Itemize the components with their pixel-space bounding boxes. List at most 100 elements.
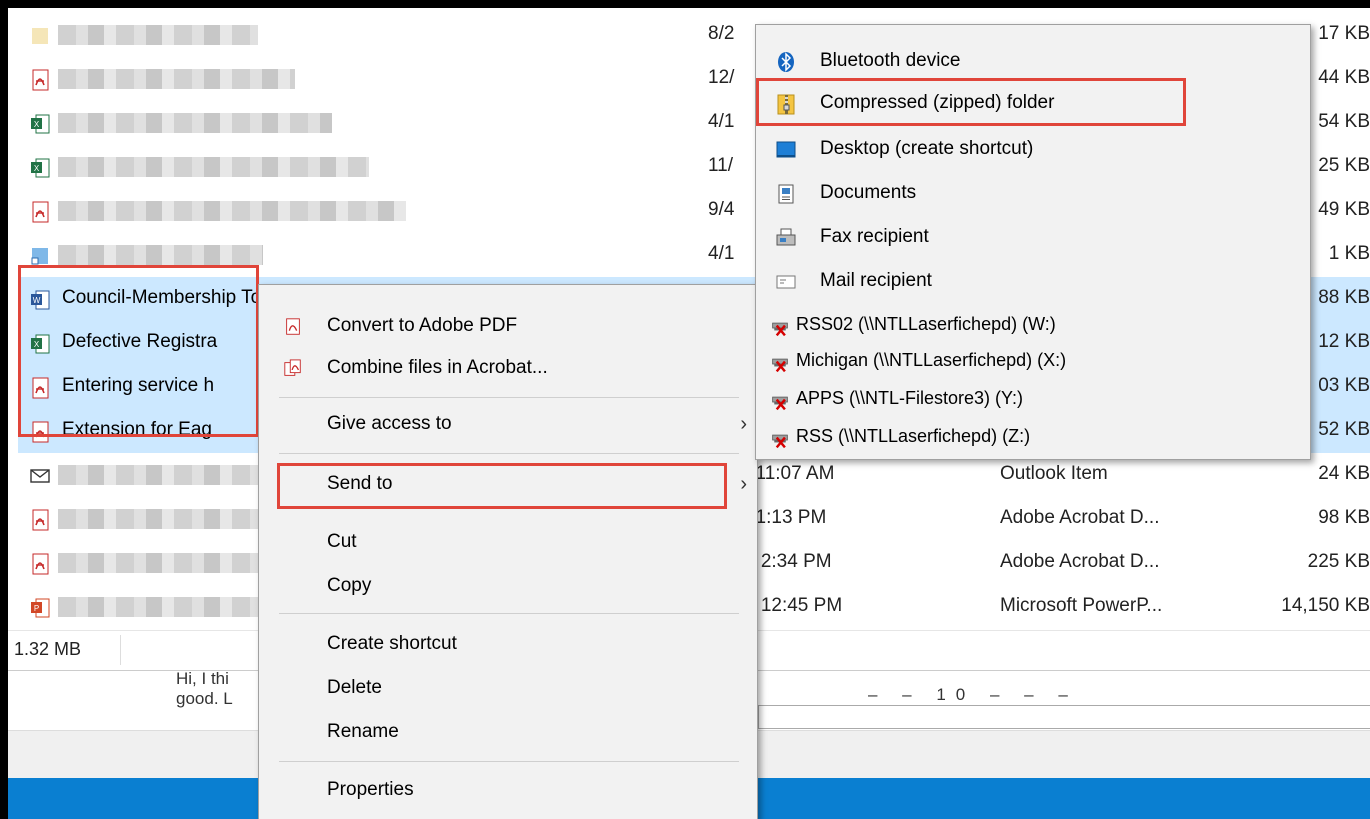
preview-cropped-text: – – 10 – – – bbox=[868, 685, 1078, 704]
file-date-modified: 4/1 bbox=[708, 111, 735, 132]
disconnected-drive-icon bbox=[766, 431, 794, 449]
menu-item-label: Combine files in Acrobat... bbox=[327, 357, 548, 378]
powerpoint-icon: P bbox=[30, 597, 50, 619]
file-size: 03 KB bbox=[1318, 375, 1370, 396]
redacted-name bbox=[58, 69, 295, 89]
desktop-icon bbox=[774, 139, 798, 161]
disconnected-drive-icon bbox=[766, 319, 794, 337]
file-type: Microsoft PowerP... bbox=[1000, 595, 1163, 616]
pdf-icon bbox=[30, 509, 50, 531]
send-to-item-mail-recipient[interactable]: Mail recipient bbox=[756, 261, 1310, 303]
pdf-icon bbox=[30, 553, 50, 575]
file-date-modified: 4/1 bbox=[708, 243, 735, 264]
file-size: 52 KB bbox=[1318, 419, 1370, 440]
file-name: Entering service h bbox=[62, 375, 215, 396]
send-to-item-label: Desktop (create shortcut) bbox=[820, 138, 1034, 159]
send-to-item-label: Documents bbox=[820, 182, 917, 203]
menu-item-convert-to-adobe-pdf[interactable]: Convert to Adobe PDF bbox=[259, 307, 757, 347]
send-to-item-label: Compressed (zipped) folder bbox=[820, 92, 1055, 113]
svg-text:X: X bbox=[34, 164, 40, 173]
menu-separator bbox=[279, 761, 739, 762]
menu-item-properties[interactable]: Properties bbox=[259, 771, 757, 811]
send-to-item-rss-ntllaserfichepd-z[interactable]: RSS (\\NTLLaserfichepd) (Z:) bbox=[756, 417, 1310, 459]
menu-separator bbox=[279, 613, 739, 614]
menu-item-create-shortcut[interactable]: Create shortcut bbox=[259, 625, 757, 665]
status-divider bbox=[120, 635, 121, 665]
file-size: 54 KB bbox=[1318, 111, 1370, 132]
file-size: 49 KB bbox=[1318, 199, 1370, 220]
menu-item-rename[interactable]: Rename bbox=[259, 713, 757, 753]
file-type: Adobe Acrobat D... bbox=[1000, 551, 1160, 572]
menu-item-label: Create shortcut bbox=[327, 633, 457, 654]
file-name: Defective Registra bbox=[62, 331, 218, 352]
file-date-modified: 9/4 bbox=[708, 199, 735, 220]
send-to-item-label: Fax recipient bbox=[820, 226, 929, 247]
send-to-item-label: RSS02 (\\NTLLaserfichepd) (W:) bbox=[796, 314, 1056, 334]
menu-item-label: Send to bbox=[327, 473, 393, 494]
mail-recipient-icon bbox=[774, 271, 798, 293]
menu-separator bbox=[279, 397, 739, 398]
menu-item-give-access-to[interactable]: Give access to › bbox=[259, 405, 757, 445]
redacted-name bbox=[58, 245, 263, 265]
menu-item-delete[interactable]: Delete bbox=[259, 669, 757, 709]
send-to-item-bluetooth-device[interactable]: Bluetooth device bbox=[756, 41, 1310, 83]
disconnected-drive-icon bbox=[766, 393, 794, 411]
preview-input-field[interactable] bbox=[758, 705, 1370, 729]
file-size: 225 KB bbox=[1307, 551, 1370, 572]
send-to-item-documents[interactable]: Documents bbox=[756, 173, 1310, 215]
blank-doc-icon bbox=[30, 25, 50, 47]
menu-item-label: Delete bbox=[327, 677, 382, 698]
menu-item-copy[interactable]: Copy bbox=[259, 567, 757, 607]
menu-separator bbox=[279, 453, 739, 454]
file-date-modified: 11/ bbox=[708, 155, 734, 176]
redacted-name bbox=[58, 113, 332, 133]
documents-icon bbox=[774, 183, 798, 205]
menu-item-label: Copy bbox=[327, 575, 372, 596]
menu-item-label: Give access to bbox=[327, 413, 452, 434]
file-date-modified: 12/ bbox=[708, 67, 735, 88]
send-to-submenu: Bluetooth device Compressed (zipped) fold… bbox=[755, 24, 1311, 460]
excel-icon: X bbox=[30, 113, 50, 135]
bluetooth-icon bbox=[774, 51, 798, 73]
file-name: Extension for Eag bbox=[62, 419, 212, 440]
menu-item-label: Rename bbox=[327, 721, 399, 742]
pdf-icon bbox=[30, 69, 50, 91]
redacted-name bbox=[58, 201, 406, 221]
shortcut-icon bbox=[30, 245, 50, 267]
menu-item-label: Properties bbox=[327, 779, 414, 800]
send-to-item-apps-ntl-filestore3-y[interactable]: APPS (\\NTL-Filestore3) (Y:) bbox=[756, 379, 1310, 421]
send-to-item-label: APPS (\\NTL-Filestore3) (Y:) bbox=[796, 388, 1024, 408]
send-to-item-label: RSS (\\NTLLaserfichepd) (Z:) bbox=[796, 426, 1031, 446]
file-size: 14,150 KB bbox=[1281, 595, 1370, 616]
context-menu: Convert to Adobe PDF Combine files in Acr… bbox=[258, 284, 758, 819]
menu-item-label: Convert to Adobe PDF bbox=[327, 315, 518, 336]
redacted-name bbox=[58, 465, 268, 485]
file-type: Adobe Acrobat D... bbox=[1000, 507, 1160, 528]
send-to-item-label: Mail recipient bbox=[820, 270, 932, 291]
chevron-right-icon: › bbox=[740, 413, 747, 435]
file-size: 12 KB bbox=[1318, 331, 1370, 352]
disconnected-drive-icon bbox=[766, 355, 794, 373]
pdf-icon bbox=[30, 377, 50, 399]
send-to-item-compressed-zipped-folder[interactable]: Compressed (zipped) folder bbox=[756, 83, 1310, 125]
pdf-icon bbox=[30, 421, 50, 443]
file-size: 88 KB bbox=[1318, 287, 1370, 308]
svg-text:W: W bbox=[33, 296, 41, 305]
mail-icon bbox=[30, 465, 50, 487]
menu-item-cut[interactable]: Cut bbox=[259, 523, 757, 563]
svg-text:X: X bbox=[34, 120, 40, 129]
send-to-item-fax-recipient[interactable]: Fax recipient bbox=[756, 217, 1310, 259]
send-to-item-desktop-create-shortcut[interactable]: Desktop (create shortcut) bbox=[756, 129, 1310, 171]
send-to-item-michigan-ntllaserfichepd-x[interactable]: Michigan (\\NTLLaserfichepd) (X:) bbox=[756, 341, 1310, 383]
pdf-icon bbox=[30, 201, 50, 223]
file-size: 1 KB bbox=[1328, 243, 1370, 264]
preview-text: Hi, I thi good. L bbox=[176, 669, 233, 708]
menu-item-send-to[interactable]: Send to › bbox=[259, 465, 757, 505]
file-size: 25 KB bbox=[1318, 155, 1370, 176]
file-size: 17 KB bbox=[1318, 23, 1370, 44]
acrobat-combine-icon bbox=[283, 359, 303, 379]
send-to-item-label: Bluetooth device bbox=[820, 50, 961, 71]
excel-icon: X bbox=[30, 333, 50, 355]
screen: 8/2 17 KB 12/44 KB X 4/1 54 KB X 11/25 KB 9/4 49 … bbox=[8, 8, 1370, 819]
menu-item-combine-files-in-acrobat[interactable]: Combine files in Acrobat... bbox=[259, 349, 757, 389]
